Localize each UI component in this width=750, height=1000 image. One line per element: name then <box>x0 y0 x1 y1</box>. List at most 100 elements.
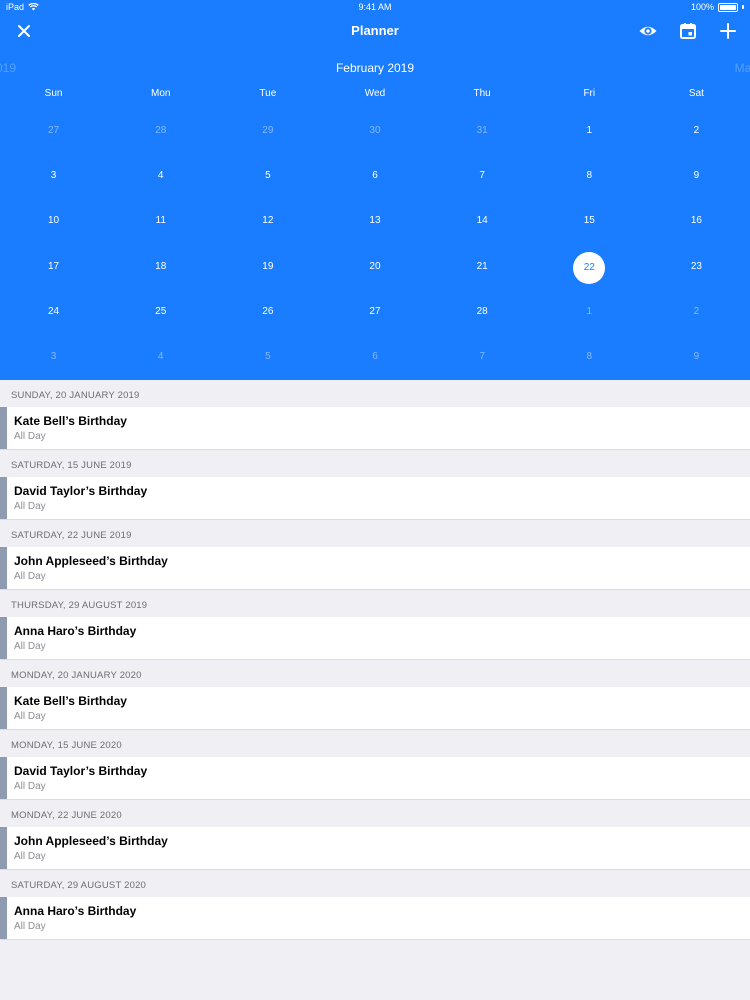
event-row[interactable]: Anna Haro’s Birthday All Day <box>0 897 750 940</box>
calendar-icon[interactable] <box>678 21 698 41</box>
calendar-day[interactable]: 30 <box>321 116 428 146</box>
event-title: John Appleseed’s Birthday <box>14 554 168 568</box>
calendar-day[interactable]: 23 <box>643 252 750 282</box>
calendar-day[interactable]: 17 <box>0 252 107 282</box>
calendar-day[interactable]: 8 <box>536 342 643 372</box>
event-row[interactable]: David Taylor’s Birthday All Day <box>0 757 750 800</box>
calendar-color-bar <box>0 407 7 449</box>
calendar-day[interactable]: 7 <box>429 161 536 191</box>
calendar-day[interactable]: 1 <box>536 297 643 327</box>
event-time: All Day <box>14 501 46 512</box>
calendar-day[interactable]: 19 <box>214 252 321 282</box>
section-header: SUNDAY, 20 JANUARY 2019 <box>11 390 140 401</box>
calendar-color-bar <box>0 547 7 589</box>
weekday-label: Thu <box>473 88 491 99</box>
calendar-color-bar <box>0 897 7 939</box>
calendar-week: 10 11 12 13 14 15 16 <box>0 199 750 244</box>
event-title: Anna Haro’s Birthday <box>14 904 137 918</box>
calendar-day[interactable]: 18 <box>107 252 214 282</box>
weekday-label: Mon <box>150 88 171 99</box>
event-title: John Appleseed’s Birthday <box>14 834 168 848</box>
event-row[interactable]: Anna Haro’s Birthday All Day <box>0 617 750 660</box>
event-title: David Taylor’s Birthday <box>14 484 148 498</box>
calendar-day-selected[interactable]: 22 <box>536 251 643 284</box>
event-title: Anna Haro’s Birthday <box>14 624 137 638</box>
calendar-day[interactable]: 20 <box>321 252 428 282</box>
event-row[interactable]: Kate Bell’s Birthday All Day <box>0 687 750 730</box>
calendar-color-bar <box>0 757 7 799</box>
calendar-day[interactable]: 9 <box>643 342 750 372</box>
calendar-day[interactable]: 26 <box>214 297 321 327</box>
section-header: SATURDAY, 15 JUNE 2019 <box>11 460 132 471</box>
calendar-day[interactable]: 29 <box>214 116 321 146</box>
calendar-day[interactable]: 4 <box>107 342 214 372</box>
event-time: All Day <box>14 921 46 932</box>
battery-icon <box>718 2 738 12</box>
event-row[interactable]: John Appleseed’s Birthday All Day <box>0 547 750 590</box>
event-time: All Day <box>14 781 46 792</box>
event-row[interactable]: David Taylor’s Birthday All Day <box>0 477 750 520</box>
calendar-day[interactable]: 3 <box>0 161 107 191</box>
calendar-day[interactable]: 28 <box>107 116 214 146</box>
calendar-week: 3 4 5 6 7 8 9 <box>0 153 750 198</box>
calendar-day[interactable]: 14 <box>429 206 536 236</box>
weekday-label: Sat <box>688 88 704 99</box>
calendar-day[interactable]: 25 <box>107 297 214 327</box>
calendar-week: 3 4 5 6 7 8 9 <box>0 335 750 380</box>
event-row[interactable]: John Appleseed’s Birthday All Day <box>0 827 750 870</box>
event-title: Kate Bell’s Birthday <box>14 414 127 428</box>
calendar-day[interactable]: 31 <box>429 116 536 146</box>
event-time: All Day <box>14 711 46 722</box>
calendar-day[interactable]: 13 <box>321 206 428 236</box>
calendar-color-bar <box>0 477 7 519</box>
section-header: SATURDAY, 29 AUGUST 2020 <box>11 880 147 891</box>
calendar-day[interactable]: 3 <box>0 342 107 372</box>
calendar-color-bar <box>0 617 7 659</box>
calendar-day[interactable]: 15 <box>536 206 643 236</box>
calendar-day[interactable]: 8 <box>536 161 643 191</box>
calendar-day[interactable]: 10 <box>0 206 107 236</box>
calendar-day[interactable]: 5 <box>214 342 321 372</box>
calendar-day[interactable]: 11 <box>107 206 214 236</box>
section-header: MONDAY, 20 JANUARY 2020 <box>11 670 142 681</box>
calendar-grid: 27 28 29 30 31 1 2 3 4 5 6 7 8 9 10 11 1… <box>0 106 750 380</box>
status-time: 9:41 AM <box>358 2 392 12</box>
calendar-header: iPad 9:41 AM 100% Planner 19 February 20… <box>0 0 750 380</box>
calendar-day[interactable]: 4 <box>107 161 214 191</box>
event-time: All Day <box>14 431 46 442</box>
weekday-header: Sun Mon Tue Wed Thu Fri Sat <box>0 88 750 106</box>
calendar-day[interactable]: 9 <box>643 161 750 191</box>
month-switcher: y 2019 February 2019 March <box>0 48 750 88</box>
calendar-week: 24 25 26 27 28 1 2 <box>0 289 750 334</box>
calendar-day[interactable]: 28 <box>429 297 536 327</box>
event-time: All Day <box>14 851 46 862</box>
calendar-day[interactable]: 24 <box>0 297 107 327</box>
calendar-day[interactable]: 27 <box>321 297 428 327</box>
section-header: MONDAY, 15 JUNE 2020 <box>11 740 122 751</box>
calendar-day[interactable]: 6 <box>321 342 428 372</box>
event-time: All Day <box>14 641 46 652</box>
next-month-label[interactable]: March <box>735 61 750 75</box>
status-bar: iPad 9:41 AM 100% <box>0 0 750 14</box>
calendar-color-bar <box>0 827 7 869</box>
calendar-day[interactable]: 2 <box>643 116 750 146</box>
calendar-day[interactable]: 16 <box>643 206 750 236</box>
calendar-day[interactable]: 5 <box>214 161 321 191</box>
calendar-day[interactable]: 7 <box>429 342 536 372</box>
calendar-week: 17 18 19 20 21 22 23 <box>0 244 750 289</box>
eye-icon[interactable] <box>638 21 658 41</box>
weekday-label: Tue <box>259 88 277 99</box>
calendar-day[interactable]: 27 <box>0 116 107 146</box>
event-list: SUNDAY, 20 JANUARY 2019 Kate Bell’s Birt… <box>0 380 750 940</box>
event-title: Kate Bell’s Birthday <box>14 694 127 708</box>
calendar-day[interactable]: 21 <box>429 252 536 282</box>
calendar-day[interactable]: 12 <box>214 206 321 236</box>
calendar-day[interactable]: 1 <box>536 116 643 146</box>
calendar-day[interactable]: 6 <box>321 161 428 191</box>
section-header: MONDAY, 22 JUNE 2020 <box>11 810 122 821</box>
calendar-day[interactable]: 2 <box>643 297 750 327</box>
add-icon[interactable] <box>718 21 738 41</box>
weekday-label: Sun <box>44 88 63 99</box>
event-time: All Day <box>14 571 46 582</box>
event-row[interactable]: Kate Bell’s Birthday All Day <box>0 407 750 450</box>
